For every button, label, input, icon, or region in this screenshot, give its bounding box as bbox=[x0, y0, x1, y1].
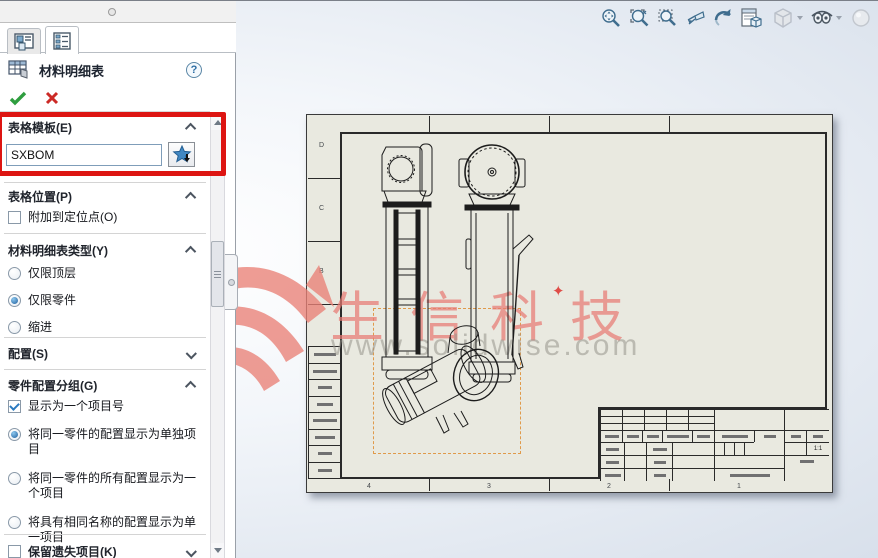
scrollbar-thumb[interactable] bbox=[211, 241, 224, 307]
bom-type-option-indented[interactable]: 缩进 bbox=[0, 317, 210, 338]
display-as-one-item-option[interactable]: 显示为一个项目号 bbox=[0, 396, 210, 417]
section-title: 表格位置(P) bbox=[8, 189, 72, 204]
ok-icon[interactable] bbox=[9, 91, 27, 106]
checkbox-unchecked[interactable] bbox=[8, 211, 21, 224]
zone-number: 3 bbox=[487, 483, 491, 490]
watermark-sparkle: ✦ bbox=[552, 283, 565, 300]
radio-unselected[interactable] bbox=[8, 516, 21, 529]
appearance-icon[interactable] bbox=[848, 5, 874, 31]
section-header-configurations[interactable]: 配置(S) bbox=[0, 342, 210, 364]
help-icon[interactable]: ? bbox=[186, 62, 202, 78]
section-header-table-position[interactable]: 表格位置(P) bbox=[0, 185, 210, 207]
panel-top-strip bbox=[0, 1, 236, 23]
display-style-icon[interactable] bbox=[770, 5, 796, 31]
option-label: 仅限顶层 bbox=[28, 266, 77, 280]
view-toolbar bbox=[598, 4, 874, 32]
title-block: 1:1 bbox=[598, 407, 829, 481]
section-header-keep-missing-items[interactable]: 保留遗失项目(K) bbox=[0, 540, 210, 558]
grouping-option-one-item[interactable]: 将同一零件的所有配置显示为一个项目 bbox=[0, 468, 210, 504]
section-title: 保留遗失项目(K) bbox=[28, 544, 117, 558]
zone-number: 4 bbox=[367, 483, 371, 490]
panel-splitter-handle[interactable] bbox=[225, 254, 238, 310]
radio-unselected[interactable] bbox=[8, 267, 21, 280]
zoom-to-fit-icon[interactable] bbox=[598, 5, 624, 31]
option-label: 仅限零件 bbox=[28, 293, 77, 307]
section-header-bom-type[interactable]: 材料明细表类型(Y) bbox=[0, 239, 210, 261]
tab-configuration-manager[interactable] bbox=[45, 26, 79, 54]
display-style-caret[interactable] bbox=[797, 16, 803, 20]
panel-tabs bbox=[0, 23, 236, 54]
radio-unselected[interactable] bbox=[8, 472, 21, 485]
zone-number: 1 bbox=[737, 483, 741, 490]
section-title: 配置(S) bbox=[8, 346, 48, 361]
highlight-annotation bbox=[0, 112, 226, 176]
bom-type-option-top-level[interactable]: 仅限顶层 bbox=[0, 263, 210, 284]
checkbox-unchecked[interactable] bbox=[8, 545, 21, 558]
panel-title: 材料明细表 bbox=[39, 63, 105, 79]
radio-selected[interactable] bbox=[8, 428, 21, 441]
zone-letter: C bbox=[319, 205, 325, 212]
property-manager-panel: 材料明细表 ? 表格模板(E) 表格位置(P) 附加到定位点(O) bbox=[0, 1, 236, 558]
tab-property-manager[interactable] bbox=[7, 28, 41, 54]
zone-number: 2 bbox=[607, 483, 611, 490]
bom-type-option-parts-only[interactable]: 仅限零件 bbox=[0, 290, 210, 311]
option-label: 将同一零件的所有配置显示为一个项目 bbox=[28, 471, 197, 500]
hide-show-items-icon[interactable] bbox=[809, 5, 835, 31]
option-label: 缩进 bbox=[28, 320, 53, 334]
bom-table-icon bbox=[8, 60, 28, 79]
zoom-to-selection-icon[interactable] bbox=[654, 5, 680, 31]
section-title: 材料明细表类型(Y) bbox=[8, 243, 108, 258]
3d-drawing-view-icon[interactable] bbox=[738, 5, 764, 31]
panel-collapse-handle[interactable] bbox=[108, 8, 116, 16]
checkbox-checked[interactable] bbox=[8, 400, 21, 413]
zone-letter: D bbox=[319, 142, 325, 149]
scale-value: 1:1 bbox=[806, 442, 829, 455]
option-label: 将同一零件的配置显示为单独项目 bbox=[28, 427, 197, 456]
option-label: 显示为一个项目号 bbox=[28, 399, 125, 413]
radio-unselected[interactable] bbox=[8, 321, 21, 334]
grouping-option-separate-items[interactable]: 将同一零件的配置显示为单独项目 bbox=[0, 424, 210, 460]
previous-view-icon[interactable] bbox=[682, 5, 708, 31]
attach-to-anchor-option[interactable]: 附加到定位点(O) bbox=[0, 207, 210, 228]
drawing-view-isometric[interactable] bbox=[378, 313, 518, 445]
cancel-icon[interactable] bbox=[45, 91, 59, 105]
zoom-to-area-icon[interactable] bbox=[626, 5, 652, 31]
panel-scrollbar[interactable] bbox=[210, 114, 225, 558]
scroll-down-button[interactable] bbox=[211, 543, 224, 558]
rotate-view-icon[interactable] bbox=[710, 5, 736, 31]
hide-show-caret[interactable] bbox=[836, 16, 842, 20]
radio-selected[interactable] bbox=[8, 294, 21, 307]
section-title: 零件配置分组(G) bbox=[8, 378, 98, 393]
option-label: 附加到定位点(O) bbox=[28, 210, 118, 224]
section-header-part-grouping[interactable]: 零件配置分组(G) bbox=[0, 374, 210, 396]
watermark-logo bbox=[222, 265, 334, 391]
